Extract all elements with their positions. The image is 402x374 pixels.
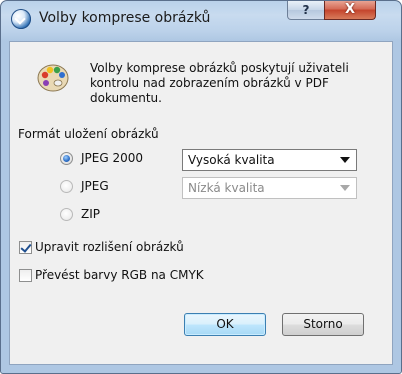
window-title: Volby komprese obrázků <box>39 10 211 26</box>
title-bar[interactable]: Volby komprese obrázků ? X <box>1 1 401 41</box>
resize-images-checkbox[interactable] <box>19 241 32 254</box>
radio-jpeg[interactable] <box>60 180 73 193</box>
radio-jpeg-label[interactable]: JPEG <box>81 179 109 193</box>
resize-images-label[interactable]: Upravit rozlišení obrázků <box>35 240 184 254</box>
jpeg2000-quality-select[interactable]: Vysoká kvalita <box>182 149 357 171</box>
format-group-label: Formát uložení obrázků <box>18 127 159 141</box>
jpeg2000-quality-value: Vysoká kvalita <box>188 153 275 167</box>
dialog-content: Volby komprese obrázků poskytují uživate… <box>9 41 393 365</box>
dialog-window: Volby komprese obrázků ? X Volby kompres… <box>0 0 402 374</box>
radio-jpeg2000-label[interactable]: JPEG 2000 <box>81 151 143 165</box>
info-description: Volby komprese obrázků poskytují uživate… <box>90 61 349 105</box>
help-button[interactable]: ? <box>287 1 325 20</box>
cancel-button[interactable]: Storno <box>282 313 364 336</box>
jpeg-quality-select[interactable]: Nízká kvalita <box>182 177 357 199</box>
convert-cmyk-checkbox[interactable] <box>19 269 32 282</box>
radio-zip[interactable] <box>60 208 73 221</box>
chevron-down-icon <box>340 157 350 163</box>
close-button[interactable]: X <box>324 1 376 20</box>
radio-jpeg2000[interactable] <box>60 152 73 165</box>
palette-icon <box>37 64 69 92</box>
app-icon <box>11 9 31 29</box>
ok-button[interactable]: OK <box>184 313 266 336</box>
jpeg-quality-value: Nízká kvalita <box>188 181 265 195</box>
radio-zip-label[interactable]: ZIP <box>81 207 100 221</box>
convert-cmyk-label[interactable]: Převést barvy RGB na CMYK <box>35 268 204 282</box>
chevron-down-icon <box>340 185 350 191</box>
